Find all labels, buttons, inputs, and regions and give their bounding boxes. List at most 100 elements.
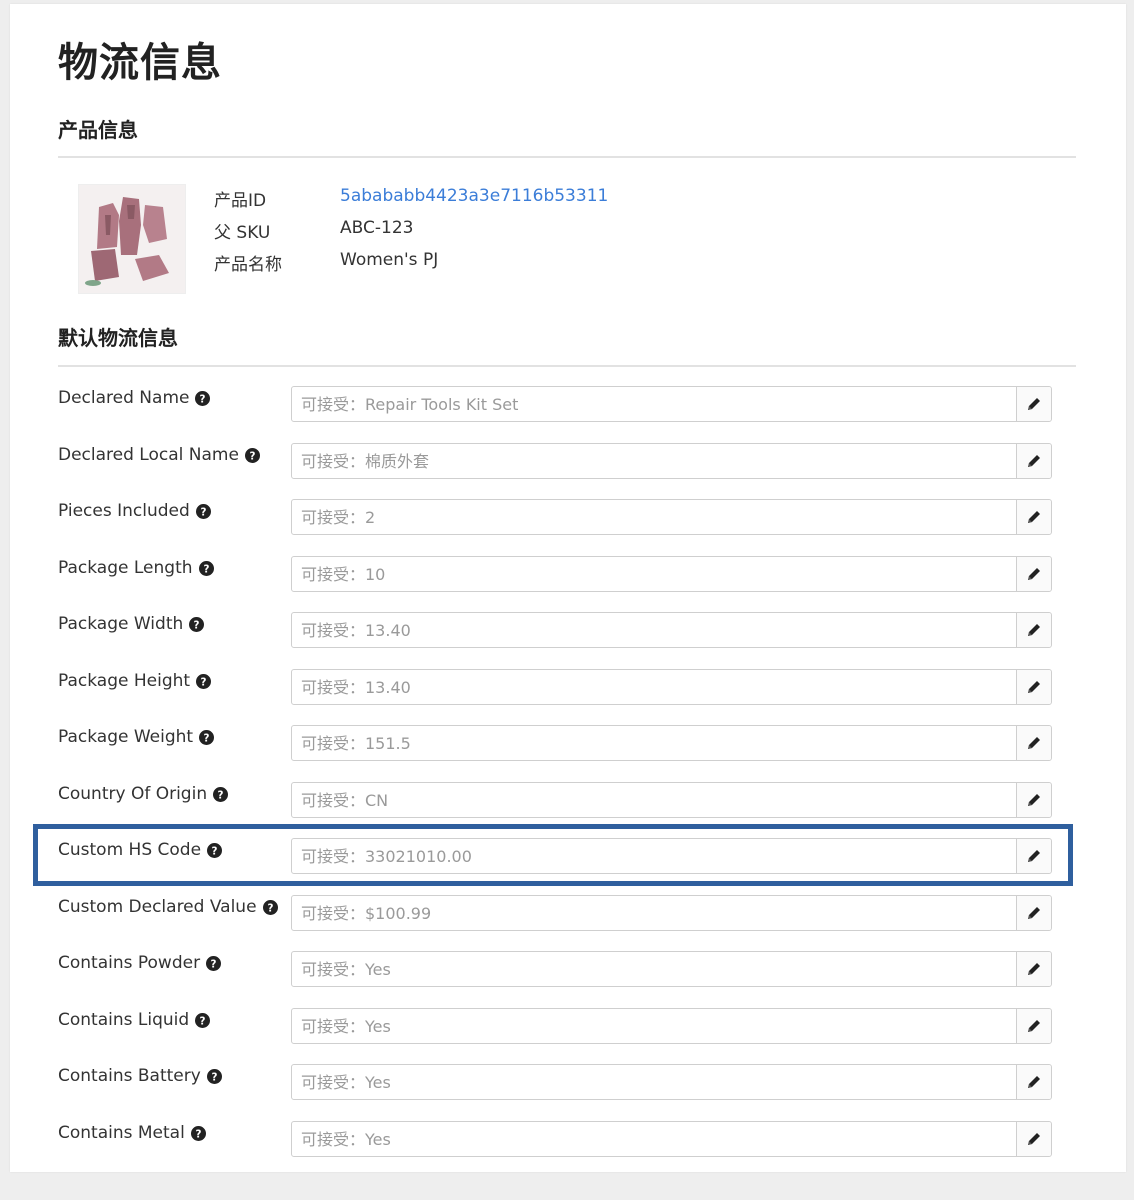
declared-local-name-edit-button[interactable] <box>1016 444 1051 478</box>
package-length-input[interactable] <box>292 557 1016 591</box>
contains-metal-label-text: Contains Metal <box>58 1123 185 1143</box>
pencil-icon <box>1028 624 1040 636</box>
pieces-included-edit-button[interactable] <box>1016 500 1051 534</box>
custom-declared-value-label-text: Custom Declared Value <box>58 897 257 917</box>
custom-declared-value-field <box>291 895 1052 931</box>
custom-hs-code-edit-button[interactable] <box>1016 839 1051 873</box>
question-circle-icon[interactable]: ? <box>206 1068 222 1084</box>
pencil-icon <box>1028 963 1040 975</box>
pencil-icon <box>1028 907 1040 919</box>
package-width-input[interactable] <box>292 613 1016 647</box>
pencil-icon <box>1028 455 1040 467</box>
pencil-icon <box>1028 1076 1040 1088</box>
package-length-edit-button[interactable] <box>1016 557 1051 591</box>
package-weight-field <box>291 725 1052 761</box>
svg-text:?: ? <box>200 1015 206 1027</box>
custom-declared-value-edit-button[interactable] <box>1016 896 1051 930</box>
declared-local-name-input[interactable] <box>292 444 1016 478</box>
contains-powder-field <box>291 951 1052 987</box>
svg-text:?: ? <box>249 450 255 462</box>
country-of-origin-edit-button[interactable] <box>1016 783 1051 817</box>
svg-text:?: ? <box>200 506 206 518</box>
question-circle-icon[interactable]: ? <box>244 447 260 463</box>
package-width-field <box>291 612 1052 648</box>
package-height-edit-button[interactable] <box>1016 670 1051 704</box>
pencil-icon <box>1028 794 1040 806</box>
package-length-field <box>291 556 1052 592</box>
contains-metal-edit-button[interactable] <box>1016 1122 1051 1156</box>
product-name-value: Women's PJ <box>340 250 439 270</box>
declared-name-field <box>291 386 1052 422</box>
custom-hs-code-field <box>291 838 1052 874</box>
declared-name-edit-button[interactable] <box>1016 387 1051 421</box>
question-circle-icon[interactable]: ? <box>196 673 212 689</box>
contains-battery-field <box>291 1064 1052 1100</box>
package-weight-label-text: Package Weight <box>58 727 194 747</box>
package-height-field <box>291 669 1052 705</box>
question-circle-icon[interactable]: ? <box>189 616 205 632</box>
package-length-label-text: Package Length <box>58 558 193 578</box>
pieces-included-label-text: Pieces Included <box>58 501 190 521</box>
question-circle-icon[interactable]: ? <box>207 842 223 858</box>
svg-text:?: ? <box>218 789 224 801</box>
package-weight-edit-button[interactable] <box>1016 726 1051 760</box>
svg-text:?: ? <box>211 1071 217 1083</box>
question-circle-icon[interactable]: ? <box>206 955 222 971</box>
custom-declared-value-label: Custom Declared Value? <box>58 897 278 917</box>
svg-text:?: ? <box>194 619 200 631</box>
question-circle-icon[interactable]: ? <box>195 503 211 519</box>
contains-liquid-input[interactable] <box>292 1009 1016 1043</box>
package-width-edit-button[interactable] <box>1016 613 1051 647</box>
package-weight-input[interactable] <box>292 726 1016 760</box>
question-circle-icon[interactable]: ? <box>199 729 215 745</box>
pieces-included-input[interactable] <box>292 500 1016 534</box>
declared-local-name-label: Declared Local Name? <box>58 445 260 465</box>
country-of-origin-input[interactable] <box>292 783 1016 817</box>
declared-name-label: Declared Name? <box>58 388 211 408</box>
declared-local-name-label-text: Declared Local Name <box>58 445 239 465</box>
package-height-label-text: Package Height <box>58 671 191 691</box>
declared-name-input[interactable] <box>292 387 1016 421</box>
package-width-label-text: Package Width <box>58 614 184 634</box>
package-weight-label: Package Weight? <box>58 727 215 747</box>
pencil-icon <box>1028 1133 1040 1145</box>
contains-powder-label: Contains Powder? <box>58 953 222 973</box>
contains-battery-input[interactable] <box>292 1065 1016 1099</box>
svg-text:?: ? <box>211 958 217 970</box>
contains-powder-edit-button[interactable] <box>1016 952 1051 986</box>
contains-battery-label: Contains Battery? <box>58 1066 222 1086</box>
pencil-icon <box>1028 1020 1040 1032</box>
product-id-link[interactable]: 5abababb4423a3e7116b53311 <box>340 186 608 206</box>
question-circle-icon[interactable]: ? <box>262 899 278 915</box>
pencil-icon <box>1028 850 1040 862</box>
contains-metal-label: Contains Metal? <box>58 1123 206 1143</box>
contains-metal-input[interactable] <box>292 1122 1016 1156</box>
declared-name-label-text: Declared Name <box>58 388 190 408</box>
product-section-title: 产品信息 <box>58 118 138 142</box>
pencil-icon <box>1028 737 1040 749</box>
package-height-input[interactable] <box>292 670 1016 704</box>
declared-local-name-field <box>291 443 1052 479</box>
custom-hs-code-input[interactable] <box>292 839 1016 873</box>
contains-battery-edit-button[interactable] <box>1016 1065 1051 1099</box>
product-section-divider <box>58 156 1076 158</box>
question-circle-icon[interactable]: ? <box>190 1125 206 1141</box>
custom-declared-value-input[interactable] <box>292 896 1016 930</box>
svg-text:?: ? <box>212 845 218 857</box>
question-circle-icon[interactable]: ? <box>195 1012 211 1028</box>
contains-powder-input[interactable] <box>292 952 1016 986</box>
contains-liquid-label: Contains Liquid? <box>58 1010 211 1030</box>
pieces-included-label: Pieces Included? <box>58 501 211 521</box>
svg-text:?: ? <box>195 1128 201 1140</box>
logistics-section-title: 默认物流信息 <box>58 326 178 350</box>
parent-sku-label: 父 SKU <box>214 223 271 243</box>
svg-text:?: ? <box>200 393 206 405</box>
question-circle-icon[interactable]: ? <box>213 786 229 802</box>
pencil-icon <box>1028 681 1040 693</box>
question-circle-icon[interactable]: ? <box>198 560 214 576</box>
contains-liquid-edit-button[interactable] <box>1016 1009 1051 1043</box>
svg-text:?: ? <box>267 902 273 914</box>
package-width-label: Package Width? <box>58 614 205 634</box>
question-circle-icon[interactable]: ? <box>195 390 211 406</box>
country-of-origin-label-text: Country Of Origin <box>58 784 208 804</box>
